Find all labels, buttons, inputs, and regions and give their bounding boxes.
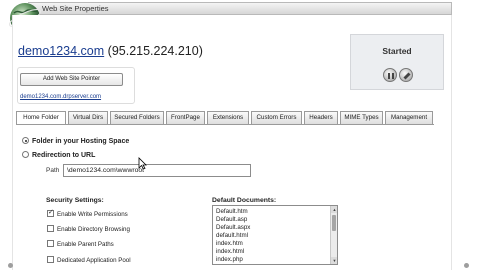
tab-extensions[interactable]: Extensions: [207, 111, 249, 124]
folder-radio[interactable]: [22, 137, 29, 144]
path-input[interactable]: \demo1234.com\wwwroot: [63, 164, 251, 177]
tab-virtual-dirs[interactable]: Virtual Dirs: [68, 111, 108, 124]
corner-dot: [8, 263, 13, 268]
add-web-site-pointer-button[interactable]: Add Web Site Pointer: [20, 73, 123, 86]
list-item[interactable]: Default.asp: [216, 216, 247, 223]
redirect-option[interactable]: Redirection to URL: [22, 151, 95, 159]
list-item[interactable]: Default.aspx: [216, 224, 250, 231]
redirect-option-label: Redirection to URL: [32, 152, 96, 159]
write-permissions-checkbox[interactable]: [47, 208, 54, 217]
tab-divider: [16, 124, 434, 125]
site-title: demo1234.com (95.215.224.210): [18, 44, 203, 58]
pause-button[interactable]: [383, 68, 397, 82]
stop-icon: [403, 72, 411, 80]
parent-paths-label: Enable Parent Paths: [57, 241, 114, 248]
tab-headers[interactable]: Headers: [304, 111, 338, 124]
tab-custom-errors[interactable]: Custom Errors: [251, 111, 302, 124]
default-documents-title: Default Documents:: [212, 197, 277, 204]
directory-browsing-label: Enable Directory Browsing: [57, 226, 130, 233]
app-pool-checkbox[interactable]: [47, 256, 54, 263]
corner-dot: [464, 263, 469, 268]
parent-paths-option[interactable]: Enable Parent Paths: [47, 240, 114, 248]
stop-button[interactable]: [399, 68, 413, 82]
site-domain-link[interactable]: demo1234.com: [18, 44, 104, 58]
redirect-radio[interactable]: [22, 151, 29, 158]
web-site-properties-page: Web Site Properties demo1234.com (95.215…: [0, 0, 480, 270]
directory-browsing-option[interactable]: Enable Directory Browsing: [47, 225, 130, 233]
list-scrollbar[interactable]: ▲ ▼: [330, 206, 337, 264]
preview-url-link[interactable]: demo1234.com.drpserver.com: [20, 94, 101, 100]
tab-mime-types[interactable]: MIME Types: [340, 111, 383, 124]
list-item[interactable]: index.html: [216, 248, 244, 255]
title-bar: Web Site Properties: [28, 2, 452, 15]
list-item[interactable]: index.php: [216, 256, 243, 263]
tab-home-folder[interactable]: Home Folder: [16, 111, 66, 125]
folder-option-label: Folder in your Hosting Space: [32, 138, 130, 145]
list-item[interactable]: Default.htm: [216, 208, 248, 215]
site-ip: (95.215.224.210): [107, 44, 203, 58]
write-permissions-label: Enable Write Permissions: [57, 211, 128, 218]
mouse-cursor-icon: [138, 157, 147, 170]
list-item[interactable]: default.html: [216, 232, 248, 239]
status-box: Started: [350, 34, 444, 90]
list-item[interactable]: index.htm: [216, 240, 243, 247]
status-text: Started: [382, 46, 412, 56]
app-pool-label: Dedicated Application Pool: [57, 257, 131, 264]
tab-management[interactable]: Management: [385, 111, 433, 124]
scroll-up-arrow-icon[interactable]: ▲: [331, 206, 337, 213]
pause-icon: [388, 73, 394, 79]
app-pool-option[interactable]: Dedicated Application Pool: [47, 256, 131, 264]
default-documents-list[interactable]: Default.htm Default.asp Default.aspx def…: [212, 205, 338, 265]
tab-frontpage[interactable]: FrontPage: [166, 111, 205, 124]
path-label: Path: [46, 167, 60, 174]
directory-browsing-checkbox[interactable]: [47, 225, 54, 232]
tab-secured-folders[interactable]: Secured Folders: [110, 111, 164, 124]
scroll-down-arrow-icon[interactable]: ▼: [331, 257, 337, 264]
folder-option[interactable]: Folder in your Hosting Space: [22, 137, 129, 145]
write-permissions-option[interactable]: Enable Write Permissions: [47, 208, 128, 218]
parent-paths-checkbox[interactable]: [47, 240, 54, 247]
window-title: Web Site Properties: [42, 4, 109, 13]
scroll-thumb[interactable]: [332, 215, 336, 231]
security-settings-title: Security Settings:: [46, 197, 104, 204]
